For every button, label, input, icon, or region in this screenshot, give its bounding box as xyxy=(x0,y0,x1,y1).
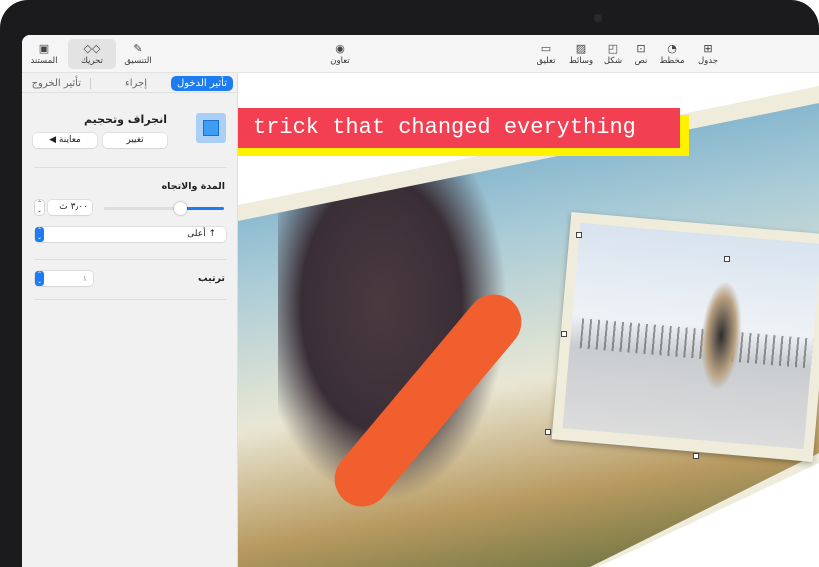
selection-handle[interactable] xyxy=(545,429,551,435)
divider xyxy=(34,259,227,260)
document-icon: ▣ xyxy=(38,42,50,55)
toolbar-format-button[interactable]: ✎ التنسيق xyxy=(116,39,160,69)
change-effect-button[interactable]: تغيير xyxy=(103,133,167,148)
camera xyxy=(594,14,602,22)
table-icon: ⊞ xyxy=(703,42,713,55)
effect-square-icon xyxy=(203,120,219,136)
toolbar-table-button[interactable]: ⊞ جدول xyxy=(690,39,726,69)
preview-button[interactable]: معاينة ◀ xyxy=(33,133,97,148)
small-skater-photo[interactable] xyxy=(562,222,819,450)
divider xyxy=(34,167,227,168)
keynote-window: ▣ المستند ◇◇ تحريك ✎ التنسيق ◉ تعاون ▭ تعليق … xyxy=(22,35,819,567)
play-icon: ◀ xyxy=(49,135,57,145)
divider xyxy=(34,299,227,300)
duration-stepper[interactable]: ⌃ ⌄ xyxy=(35,200,44,215)
tab-build-out[interactable]: تأثير الخروج xyxy=(26,76,87,91)
slide-canvas[interactable]: trick that changed everything xyxy=(238,73,819,567)
toolbar-comment-button[interactable]: ▭ تعليق xyxy=(526,39,566,69)
animate-sidebar: تأثير الدخول إجراء تأثير الخروج انجراف و… xyxy=(22,73,238,567)
order-stepper[interactable]: ⌃ ⌄ xyxy=(35,271,44,286)
railing xyxy=(579,318,814,369)
collaborate-icon: ◉ xyxy=(335,42,345,55)
text-icon: ⊡ xyxy=(636,42,646,55)
media-icon: ▨ xyxy=(575,42,587,55)
selection-handle[interactable] xyxy=(693,453,699,459)
toolbar-chart-button[interactable]: ◔ مخطط xyxy=(654,39,690,69)
tab-action[interactable]: إجراء xyxy=(119,76,153,91)
format-brush-icon: ✎ xyxy=(133,42,143,55)
duration-slider-fill xyxy=(180,207,224,210)
animate-tabs: تأثير الدخول إجراء تأثير الخروج xyxy=(22,73,237,93)
small-skater-figure xyxy=(696,279,746,393)
effect-thumbnail[interactable] xyxy=(196,113,226,143)
chart-icon: ◔ xyxy=(667,42,677,55)
animate-icon: ◇◇ xyxy=(83,42,101,55)
duration-slider[interactable] xyxy=(104,202,224,215)
duration-slider-thumb[interactable] xyxy=(173,202,187,215)
toolbar: ▣ المستند ◇◇ تحريك ✎ التنسيق ◉ تعاون ▭ تعليق … xyxy=(22,35,819,73)
comment-icon: ▭ xyxy=(540,42,552,55)
slide-title-text[interactable]: trick that changed everything xyxy=(238,108,680,148)
order-label: ترتيب xyxy=(198,273,225,284)
selection-handle[interactable] xyxy=(561,331,567,337)
effect-title: انجراف وتحجيم xyxy=(84,113,167,126)
direction-select[interactable]: ↑ أعلى xyxy=(35,227,226,242)
small-photo-frame xyxy=(551,212,819,462)
tab-divider xyxy=(90,78,91,89)
toolbar-animate-button[interactable]: ◇◇ تحريك xyxy=(68,39,116,69)
toolbar-document-button[interactable]: ▣ المستند xyxy=(22,39,66,69)
tab-build-in[interactable]: تأثير الدخول xyxy=(170,76,233,91)
duration-heading: المدة والاتجاه xyxy=(161,181,225,192)
selection-handle[interactable] xyxy=(724,256,730,262)
direction-chevrons-icon[interactable]: ⌃ ⌄ xyxy=(35,227,44,242)
duration-field[interactable]: ٣٫٠٠ ث xyxy=(48,200,92,215)
arrow-up-icon: ↑ xyxy=(205,229,216,239)
toolbar-media-button[interactable]: ▨ وسائط xyxy=(562,39,600,69)
toolbar-text-button[interactable]: ⊡ نص xyxy=(624,39,658,69)
toolbar-collaborate-button[interactable]: ◉ تعاون xyxy=(318,39,362,69)
selection-handle[interactable] xyxy=(576,232,582,238)
